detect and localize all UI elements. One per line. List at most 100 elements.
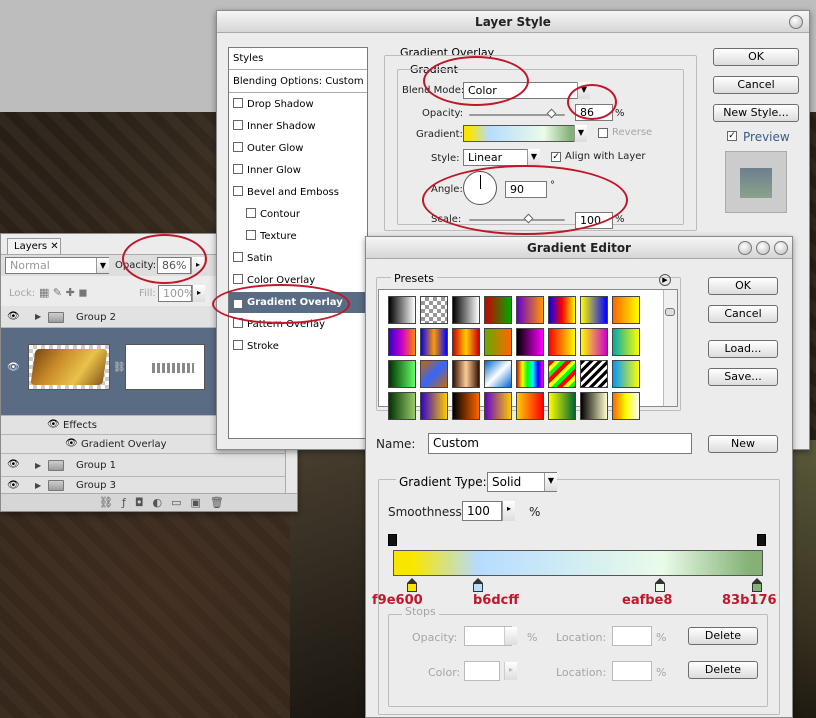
preset-swatch[interactable] [388, 328, 416, 356]
chevron-down-icon[interactable]: ▼ [96, 258, 109, 273]
cancel-button[interactable]: Cancel [713, 76, 799, 94]
eye-icon[interactable]: 👁 [7, 459, 20, 470]
preset-swatch[interactable] [516, 392, 544, 420]
preset-swatch[interactable] [388, 360, 416, 388]
angle-field[interactable]: 90 [505, 181, 547, 198]
preset-swatch[interactable] [516, 328, 544, 356]
color-stop[interactable] [407, 578, 417, 592]
style-item-inner-glow[interactable]: Inner Glow [229, 160, 367, 182]
style-item-bevel-and-emboss[interactable]: Bevel and Emboss [229, 182, 367, 204]
delete-opacity-stop-button[interactable]: Delete [688, 627, 758, 645]
cancel-button[interactable]: Cancel [708, 305, 778, 323]
chevron-down-icon[interactable]: ▼ [527, 149, 540, 166]
opacity-stop-right[interactable] [757, 534, 766, 546]
style-checkbox[interactable] [233, 274, 243, 284]
preset-swatch[interactable] [420, 392, 448, 420]
style-item-contour[interactable]: Contour [229, 204, 367, 226]
style-item-texture[interactable]: Texture [229, 226, 367, 248]
style-item-drop-shadow[interactable]: Drop Shadow [229, 94, 367, 116]
maximize-icon[interactable] [756, 241, 770, 255]
ok-button[interactable]: OK [708, 277, 778, 295]
style-item-inner-shadow[interactable]: Inner Shadow [229, 116, 367, 138]
preset-swatch[interactable] [452, 296, 480, 324]
layer-row-group1[interactable]: 👁 ▶ Group 1 [1, 454, 297, 477]
layer-blend-mode-select[interactable]: Normal [5, 257, 109, 274]
style-item-gradient-overlay[interactable]: ✓ Gradient Overlay [229, 292, 367, 314]
preset-swatch[interactable] [612, 328, 640, 356]
scroll-thumb[interactable] [665, 308, 675, 316]
smoothness-arrow-icon[interactable]: ▸ [502, 501, 515, 521]
align-with-layer-checkbox[interactable]: ✓ [551, 152, 561, 162]
preview-checkbox[interactable]: ✓ [727, 131, 737, 141]
delete-color-stop-button[interactable]: Delete [688, 661, 758, 679]
load-button[interactable]: Load... [708, 340, 778, 358]
scale-field[interactable]: 100 [575, 212, 613, 229]
preset-swatch[interactable] [548, 392, 576, 420]
preset-swatch[interactable] [612, 360, 640, 388]
style-checkbox[interactable] [246, 230, 256, 240]
style-item-outer-glow[interactable]: Outer Glow [229, 138, 367, 160]
layer-opacity-field[interactable]: 86% [157, 257, 191, 274]
fill-field[interactable]: 100% [158, 285, 194, 302]
eye-icon[interactable]: 👁 [7, 362, 20, 373]
expand-arrow-icon[interactable]: ▶ [35, 461, 41, 470]
style-item-satin[interactable]: Satin [229, 248, 367, 270]
gradient-bar[interactable] [393, 550, 763, 576]
presets-scrollbar[interactable] [663, 290, 677, 406]
layer-tool-icons[interactable]: ⛓ƒ◘◐▭▣🗑 [99, 496, 233, 509]
chevron-down-icon[interactable]: ▼ [574, 125, 587, 142]
layers-scrollbar[interactable] [285, 449, 297, 494]
preset-swatch[interactable] [452, 360, 480, 388]
style-item-stroke[interactable]: Stroke [229, 336, 367, 358]
color-stop[interactable] [752, 578, 762, 592]
preset-swatch[interactable] [580, 392, 608, 420]
opacity-arrow-icon[interactable]: ▸ [191, 257, 204, 274]
styles-header[interactable]: Styles [229, 48, 367, 70]
fill-arrow-icon[interactable]: ▸ [192, 285, 205, 302]
ok-button[interactable]: OK [713, 48, 799, 66]
stop-opacity-arrow-icon[interactable] [504, 627, 517, 645]
expand-arrow-icon[interactable]: ▶ [35, 312, 41, 321]
new-style-button[interactable]: New Style... [713, 104, 799, 122]
preset-swatch[interactable] [580, 296, 608, 324]
style-checkbox[interactable] [246, 208, 256, 218]
smoothness-field[interactable]: 100 [462, 501, 502, 521]
angle-dial[interactable] [463, 171, 497, 205]
preset-swatch[interactable] [484, 360, 512, 388]
style-checkbox[interactable] [233, 120, 243, 130]
close-icon[interactable]: ✕ [50, 241, 58, 252]
preset-swatch[interactable] [580, 328, 608, 356]
preset-swatch[interactable] [452, 328, 480, 356]
preset-swatch[interactable] [548, 360, 576, 388]
style-checkbox[interactable] [233, 98, 243, 108]
eye-icon[interactable]: 👁 [7, 311, 20, 322]
eye-icon[interactable]: 👁 [47, 419, 60, 430]
preset-swatch[interactable] [516, 296, 544, 324]
preset-swatch[interactable] [580, 360, 608, 388]
preset-swatch[interactable] [612, 392, 640, 420]
style-checkbox[interactable] [233, 186, 243, 196]
color-stop[interactable] [655, 578, 665, 592]
close-icon[interactable] [789, 15, 803, 29]
blend-mode-select[interactable]: Color [463, 82, 589, 99]
preset-swatch[interactable] [420, 296, 448, 324]
preset-swatch[interactable] [516, 360, 544, 388]
minimize-icon[interactable] [738, 241, 752, 255]
gradient-name-input[interactable]: Custom [428, 433, 692, 454]
presets-menu-icon[interactable]: ▶ [659, 274, 671, 286]
chevron-down-icon[interactable]: ▼ [544, 473, 557, 491]
preset-swatch[interactable] [420, 360, 448, 388]
scale-slider[interactable] [469, 219, 565, 221]
style-checkbox[interactable] [233, 340, 243, 350]
preset-swatch[interactable] [484, 328, 512, 356]
opacity-location-field[interactable] [612, 626, 652, 646]
style-checkbox[interactable] [233, 252, 243, 262]
style-checkbox[interactable] [233, 142, 243, 152]
opacity-field[interactable]: 86 [575, 104, 613, 121]
style-checkbox[interactable] [233, 318, 243, 328]
preset-swatch[interactable] [388, 296, 416, 324]
opacity-stop-left[interactable] [388, 534, 397, 546]
preset-swatch[interactable] [548, 296, 576, 324]
color-stop[interactable] [473, 578, 483, 592]
chain-link-icon[interactable]: ⛓ [113, 362, 126, 373]
